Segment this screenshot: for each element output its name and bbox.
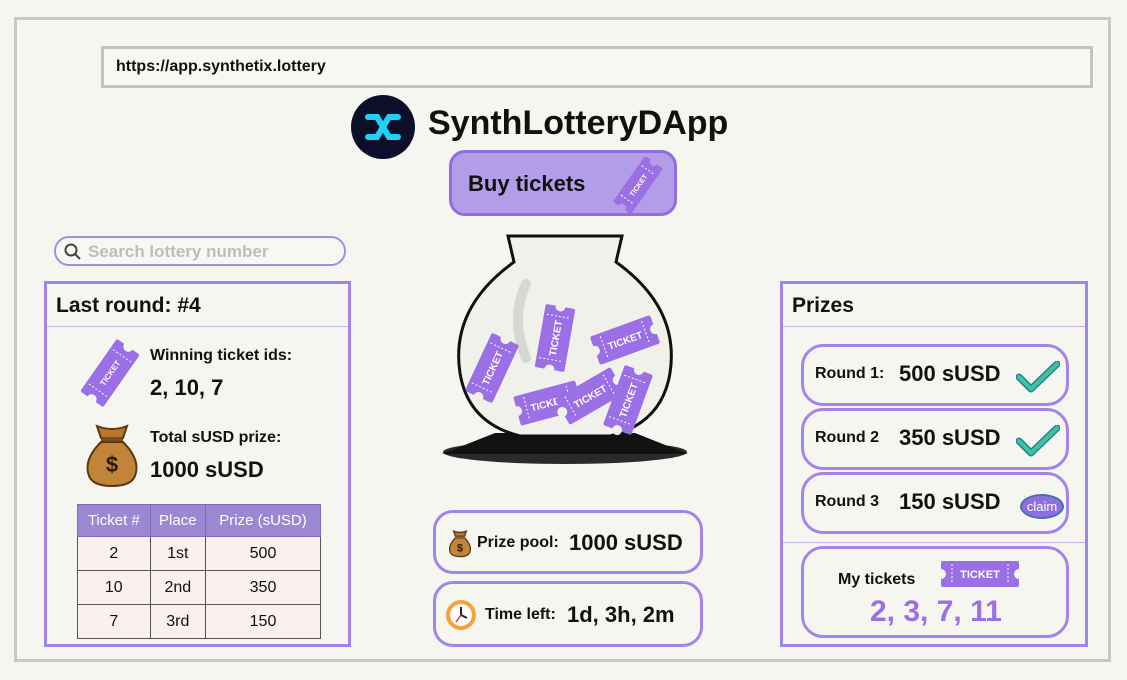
- time-left-card: Time left: 1d, 3h, 2m: [433, 581, 703, 647]
- total-prize-value: 1000 sUSD: [150, 457, 264, 482]
- svg-text:$: $: [457, 542, 463, 554]
- round-amount: 500 sUSD: [899, 361, 1001, 386]
- my-tickets-value: 2, 3, 7, 11: [870, 595, 1002, 628]
- prize-round-3: Round 3 150 sUSD claim: [801, 472, 1069, 534]
- ticket-icon: TICKET: [940, 561, 1020, 587]
- winning-ids-label: Winning ticket ids:: [150, 347, 293, 364]
- my-tickets-label: My tickets: [838, 571, 916, 588]
- claim-button[interactable]: claim: [1020, 494, 1064, 519]
- table-cell: 500: [205, 536, 321, 571]
- last-round-title: Last round: #4: [47, 284, 348, 327]
- clock-icon: [446, 600, 476, 630]
- round-label: Round 2: [815, 429, 879, 446]
- check-icon: [1016, 425, 1060, 457]
- buy-tickets-label: Buy tickets: [468, 171, 586, 196]
- svg-text:$: $: [106, 452, 118, 477]
- prizes-title: Prizes: [783, 284, 1085, 327]
- table-row: 2 1st 500: [77, 536, 321, 571]
- table-cell: 2: [77, 536, 151, 571]
- winners-table: Ticket # Place Prize (sUSD) 2 1st 500 10…: [77, 504, 321, 639]
- total-prize-label: Total sUSD prize:: [150, 429, 282, 446]
- search-bar[interactable]: [54, 236, 346, 266]
- prize-pool-value: 1000 sUSD: [569, 530, 683, 555]
- table-cell: 7: [77, 604, 151, 639]
- table-cell: 150: [205, 604, 321, 639]
- lottery-jar-illustration: TICKETTICKET TICKETTICKET TICKET TICKET: [442, 234, 688, 464]
- round-label: Round 3: [815, 493, 879, 510]
- winning-ids-value: 2, 10, 7: [150, 375, 224, 400]
- ticket-icon: TICKET: [613, 157, 663, 213]
- table-header-row: Ticket # Place Prize (sUSD): [77, 504, 321, 537]
- table-cell: 350: [205, 570, 321, 605]
- table-header: Prize (sUSD): [205, 504, 321, 537]
- synthetix-logo: [351, 95, 415, 159]
- round-amount: 350 sUSD: [899, 425, 1001, 450]
- table-cell: 10: [77, 570, 151, 605]
- table-cell: 1st: [149, 536, 207, 571]
- prize-round-2: Round 2 350 sUSD: [801, 408, 1069, 470]
- time-left-value: 1d, 3h, 2m: [567, 602, 675, 627]
- table-cell: 3rd: [149, 604, 207, 639]
- money-bag-icon: $: [448, 530, 472, 558]
- app-title: SynthLotteryDApp: [428, 104, 729, 142]
- prizes-panel: Prizes Round 1: 500 sUSD Round 2 350 sUS…: [780, 281, 1088, 647]
- prize-pool-label: Prize pool:: [477, 534, 559, 551]
- divider: [783, 542, 1085, 543]
- check-icon: [1016, 361, 1060, 393]
- buy-tickets-button[interactable]: Buy tickets TICKET: [449, 150, 677, 216]
- ticket-icon: TICKET: [80, 339, 140, 407]
- my-tickets-card: My tickets TICKET 2, 3, 7, 11: [801, 546, 1069, 638]
- table-header: Ticket #: [77, 504, 151, 537]
- synthetix-logo-icon: [365, 114, 401, 140]
- prize-round-1: Round 1: 500 sUSD: [801, 344, 1069, 406]
- table-row: 7 3rd 150: [77, 604, 321, 639]
- search-input[interactable]: [86, 240, 340, 264]
- money-bag-icon: $: [86, 424, 138, 488]
- table-header: Place: [149, 504, 207, 537]
- search-icon: [64, 243, 81, 260]
- time-left-label: Time left:: [485, 606, 556, 623]
- svg-text:TICKET: TICKET: [960, 569, 1000, 581]
- round-label: Round 1:: [815, 365, 885, 382]
- prize-pool-card: $ Prize pool: 1000 sUSD: [433, 510, 703, 574]
- url-bar[interactable]: https://app.synthetix.lottery: [101, 46, 1093, 88]
- round-amount: 150 sUSD: [899, 489, 1001, 514]
- last-round-panel: Last round: #4 TICKET Winning ticket ids…: [44, 281, 351, 647]
- table-cell: 2nd: [149, 570, 207, 605]
- table-row: 10 2nd 350: [77, 570, 321, 605]
